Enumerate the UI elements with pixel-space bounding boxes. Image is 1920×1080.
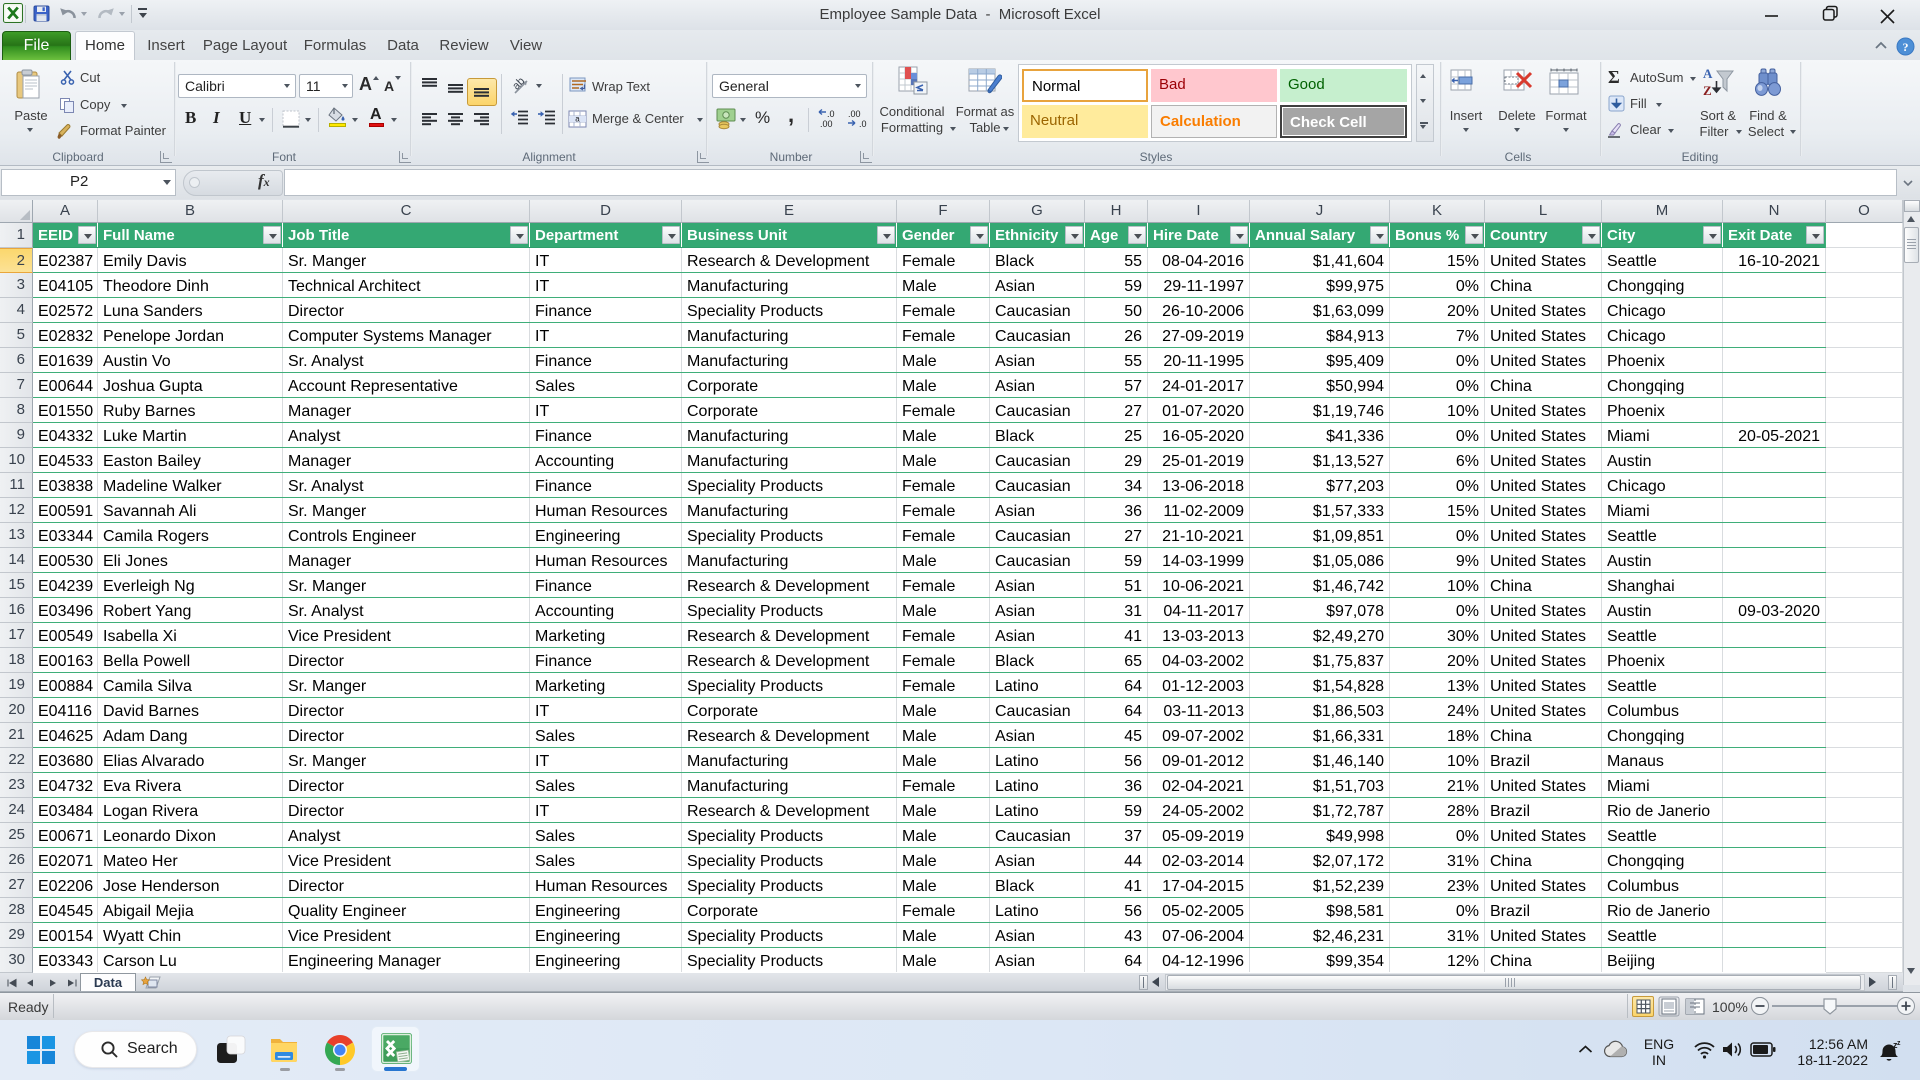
- svg-text:Z: Z: [1703, 83, 1712, 98]
- svg-text:z: z: [1897, 1040, 1901, 1047]
- svg-text:?: ?: [1903, 40, 1909, 54]
- svg-text:ab: ab: [512, 75, 527, 92]
- svg-text:a: a: [575, 115, 580, 124]
- svg-text:.00: .00: [848, 109, 861, 119]
- svg-text:A: A: [1703, 66, 1713, 81]
- svg-text:.0: .0: [827, 109, 835, 119]
- svg-text:.00: .00: [820, 119, 833, 129]
